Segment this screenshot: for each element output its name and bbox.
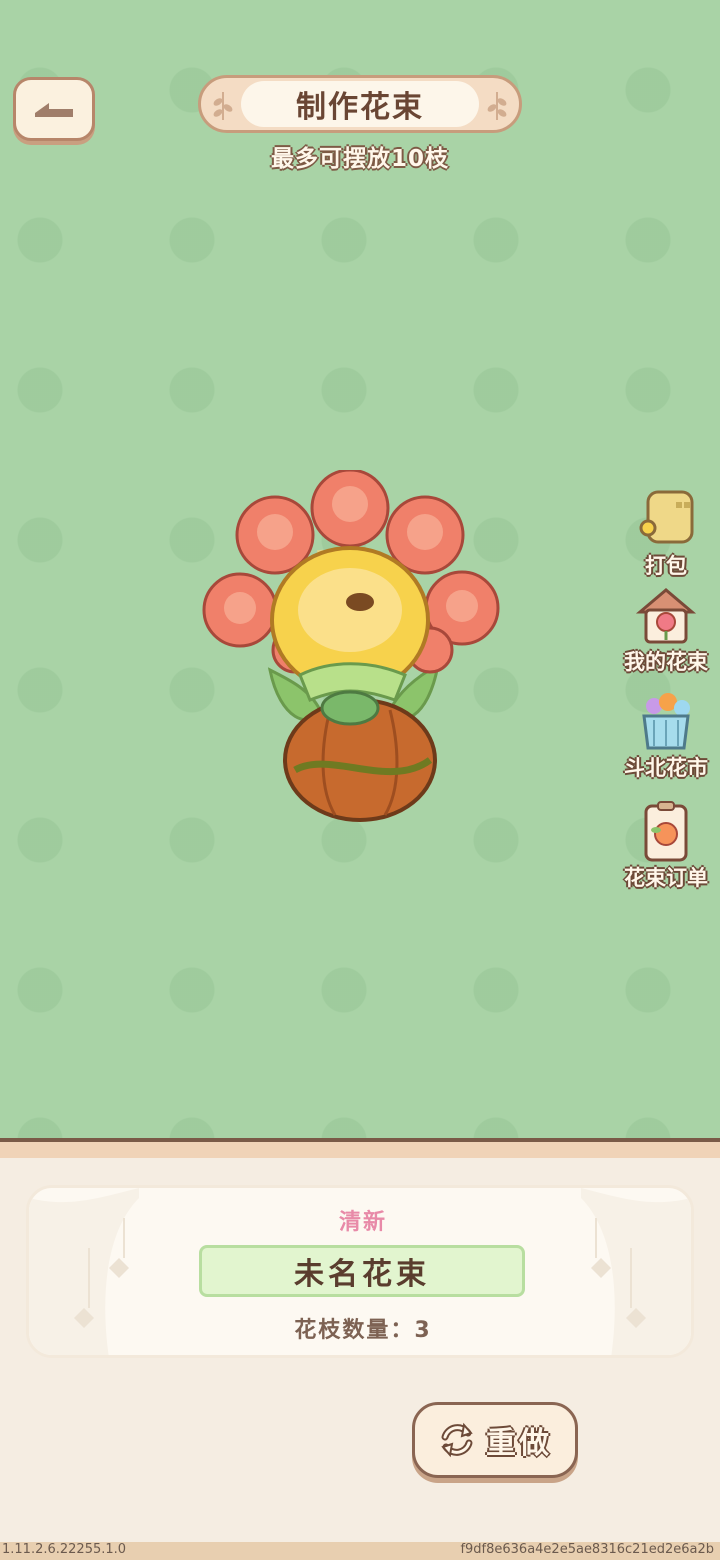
side-button-flower-market[interactable]: 斗北花市: [612, 690, 720, 782]
side-button-label: 斗北花市: [624, 756, 708, 780]
page-subtitle: 最多可摆放10枝: [270, 146, 449, 172]
bouquet-illustration[interactable]: [200, 470, 510, 830]
leaf-ornament-icon: [487, 92, 507, 120]
order-clipboard-icon: [644, 801, 688, 862]
side-button-label: 我的花束: [624, 650, 708, 674]
refresh-icon: [441, 1422, 473, 1458]
bouquet-stage: 制作花束 最多可摆放10枝 打包 我的花束 斗北花市 花束订单: [0, 0, 720, 1140]
side-button-wrap[interactable]: 打包: [612, 488, 720, 580]
leaf-ornament-icon: [213, 92, 233, 120]
side-button-label: 打包: [645, 554, 687, 578]
side-button-my-bouquets[interactable]: 我的花束: [612, 584, 720, 676]
redo-label: 重做: [486, 1426, 552, 1461]
bouquet-name[interactable]: 未名花束: [199, 1245, 525, 1297]
side-button-label: 花束订单: [624, 866, 708, 890]
flower-house-icon: [635, 588, 697, 644]
flower-basket-icon: [642, 693, 690, 750]
back-button[interactable]: [13, 77, 95, 141]
bouquet-style-tag: 清新: [338, 1210, 387, 1235]
page-title: 制作花束: [241, 81, 479, 127]
panel-top-band: [0, 1142, 720, 1158]
wrapping-paper-icon: [639, 490, 694, 544]
back-arrow-icon: [35, 103, 73, 117]
bouquet-info-card: 清新 未名花束 花枝数量：3: [26, 1185, 694, 1358]
stem-count-text: 花枝数量：3: [294, 1318, 432, 1343]
version-text: 1.11.2.6.22255.1.0: [2, 1542, 127, 1557]
title-plate: 制作花束: [198, 75, 522, 133]
side-button-bouquet-orders[interactable]: 花束订单: [612, 800, 720, 892]
version-footer: 1.11.2.6.22255.1.0 f9df8e636a4e2e5ae8316…: [0, 1542, 720, 1560]
redo-button[interactable]: 重做: [412, 1402, 578, 1478]
build-hash-text: f9df8e636a4e2e5ae8316c21ed2e6a2b: [460, 1542, 714, 1557]
